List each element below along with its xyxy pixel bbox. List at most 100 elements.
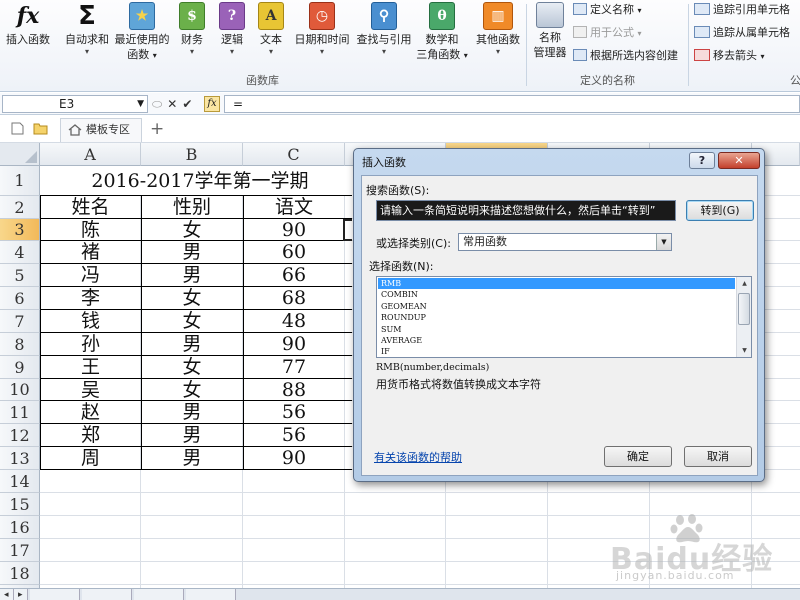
row-header[interactable]: 7 [0, 310, 40, 333]
data-cell[interactable]: 李 [40, 287, 141, 310]
data-cell[interactable]: 男 [141, 264, 243, 287]
function-list-item[interactable]: COMBIN [378, 289, 735, 300]
row-header[interactable]: 10 [0, 379, 40, 401]
row-header[interactable]: 14 [0, 470, 40, 493]
new-doc-icon[interactable] [10, 122, 25, 135]
new-tab-button[interactable]: + [150, 119, 164, 139]
sheet-tab[interactable] [134, 589, 184, 600]
cancel-button[interactable]: 取消 [684, 446, 752, 467]
sheet-tab-strip[interactable]: ◂ ▸ [0, 588, 800, 600]
category-select[interactable]: 常用函数 ▼ [458, 233, 672, 251]
data-cell[interactable]: 56 [243, 424, 345, 447]
select-all-corner[interactable] [0, 143, 40, 166]
data-cell[interactable]: 女 [141, 356, 243, 379]
folder-icon[interactable] [33, 122, 48, 135]
row-header[interactable]: 13 [0, 447, 40, 470]
data-cell[interactable]: 孙 [40, 333, 141, 356]
row-header[interactable]: 6 [0, 287, 40, 310]
row-header[interactable]: 1 [0, 166, 40, 196]
data-cell[interactable]: 钱 [40, 310, 141, 333]
data-cell[interactable]: 56 [243, 401, 345, 424]
sheet-title-cell[interactable]: 2016-2017学年第一学期 [40, 166, 360, 196]
data-cell[interactable]: 冯 [40, 264, 141, 287]
close-icon[interactable]: ✕ [718, 152, 760, 169]
function-help-link[interactable]: 有关该函数的帮助 [374, 449, 462, 465]
data-cell[interactable]: 男 [141, 333, 243, 356]
row-header[interactable]: 8 [0, 333, 40, 356]
column-title-cell[interactable]: 语文 [243, 196, 345, 219]
row-header[interactable]: 5 [0, 264, 40, 287]
ok-button[interactable]: 确定 [604, 446, 672, 467]
row-header[interactable]: 18 [0, 562, 40, 585]
data-cell[interactable]: 48 [243, 310, 345, 333]
data-cell[interactable]: 吴 [40, 379, 141, 401]
name-box[interactable]: E3 ▼ [2, 95, 148, 113]
data-cell[interactable]: 郑 [40, 424, 141, 447]
autosum-button[interactable]: Σ 自动求和 ▾ [62, 2, 112, 57]
sheet-nav-icon[interactable]: ◂ [0, 589, 14, 600]
data-cell[interactable]: 90 [243, 219, 345, 241]
data-cell[interactable]: 女 [141, 379, 243, 401]
data-cell[interactable]: 褚 [40, 241, 141, 264]
data-cell[interactable]: 女 [141, 219, 243, 241]
enter-check-icon[interactable]: ✔ [182, 97, 197, 111]
active-cell-E3[interactable] [343, 219, 352, 241]
data-cell[interactable]: 男 [141, 401, 243, 424]
data-cell[interactable]: 男 [141, 241, 243, 264]
scroll-thumb[interactable] [738, 293, 750, 325]
trace-dependents-button[interactable]: 追踪从属单元格 [694, 25, 790, 41]
more-functions-button[interactable]: ▥ 其他函数 ▾ [472, 2, 524, 56]
lookup-reference-button[interactable]: ⚲ 查找与引用 ▾ [353, 2, 415, 56]
define-name-button[interactable]: 定义名称 ▾ [573, 2, 642, 19]
data-cell[interactable]: 66 [243, 264, 345, 287]
data-cell[interactable]: 90 [243, 447, 345, 470]
listbox-scrollbar[interactable]: ▲ ▼ [736, 277, 751, 357]
data-cell[interactable]: 女 [141, 310, 243, 333]
function-listbox[interactable]: IF AVERAGE SUM ROUNDUP GEOMEAN COMBIN RMB ▲ ▼ [376, 276, 752, 358]
data-cell[interactable]: 68 [243, 287, 345, 310]
sheet-nav-icon[interactable]: ▸ [14, 589, 28, 600]
column-title-cell[interactable]: 姓名 [40, 196, 141, 219]
search-function-input[interactable]: 请输入一条简短说明来描述您想做什么，然后单击“转到” [376, 200, 676, 221]
sheet-tab[interactable] [82, 589, 132, 600]
create-from-selection-button[interactable]: 根据所选内容创建 [573, 48, 678, 64]
function-list-item[interactable]: AVERAGE [378, 335, 735, 346]
function-list-item[interactable]: GEOMEAN [378, 301, 735, 312]
help-icon[interactable]: ? [689, 152, 715, 169]
trace-precedents-button[interactable]: 追踪引用单元格 [694, 2, 790, 18]
row-header[interactable]: 16 [0, 516, 40, 539]
financial-button[interactable]: $ 财务 ▾ [175, 2, 209, 56]
data-cell[interactable]: 赵 [40, 401, 141, 424]
data-cell[interactable]: 60 [243, 241, 345, 264]
column-header[interactable]: B [141, 143, 243, 166]
row-header[interactable]: 4 [0, 241, 40, 264]
text-functions-button[interactable]: A 文本 ▾ [254, 2, 288, 56]
function-list-item[interactable]: IF [378, 346, 735, 357]
row-header[interactable]: 15 [0, 493, 40, 516]
math-trig-button[interactable]: θ 数学和 三角函数 ▾ [414, 2, 470, 63]
column-title-cell[interactable]: 性别 [141, 196, 243, 219]
scroll-down-icon[interactable]: ▼ [737, 344, 751, 357]
row-header[interactable]: 2 [0, 196, 40, 219]
cancel-x-icon[interactable]: ✕ [167, 97, 182, 111]
data-cell[interactable]: 男 [141, 447, 243, 470]
row-header[interactable]: 11 [0, 401, 40, 424]
sheet-tab[interactable] [186, 589, 236, 600]
column-header[interactable]: A [40, 143, 141, 166]
use-in-formula-button[interactable]: 用于公式 ▾ [573, 25, 642, 42]
scroll-up-icon[interactable]: ▲ [737, 277, 751, 290]
recent-functions-button[interactable]: ★ 最近使用的 函数 ▾ [112, 2, 172, 63]
sheet-tab[interactable] [30, 589, 80, 600]
chevron-down-icon[interactable]: ▼ [656, 234, 671, 250]
row-header[interactable]: 17 [0, 539, 40, 562]
data-cell[interactable]: 女 [141, 287, 243, 310]
row-header[interactable]: 3 [0, 219, 40, 241]
function-list-item[interactable]: SUM [378, 324, 735, 335]
data-cell[interactable]: 88 [243, 379, 345, 401]
data-cell[interactable]: 周 [40, 447, 141, 470]
column-header[interactable]: C [243, 143, 345, 166]
insert-function-button[interactable]: fx 插入函数 [4, 2, 52, 47]
data-cell[interactable]: 王 [40, 356, 141, 379]
data-cell[interactable]: 90 [243, 333, 345, 356]
remove-arrows-button[interactable]: 移去箭头 ▾ [694, 48, 765, 65]
